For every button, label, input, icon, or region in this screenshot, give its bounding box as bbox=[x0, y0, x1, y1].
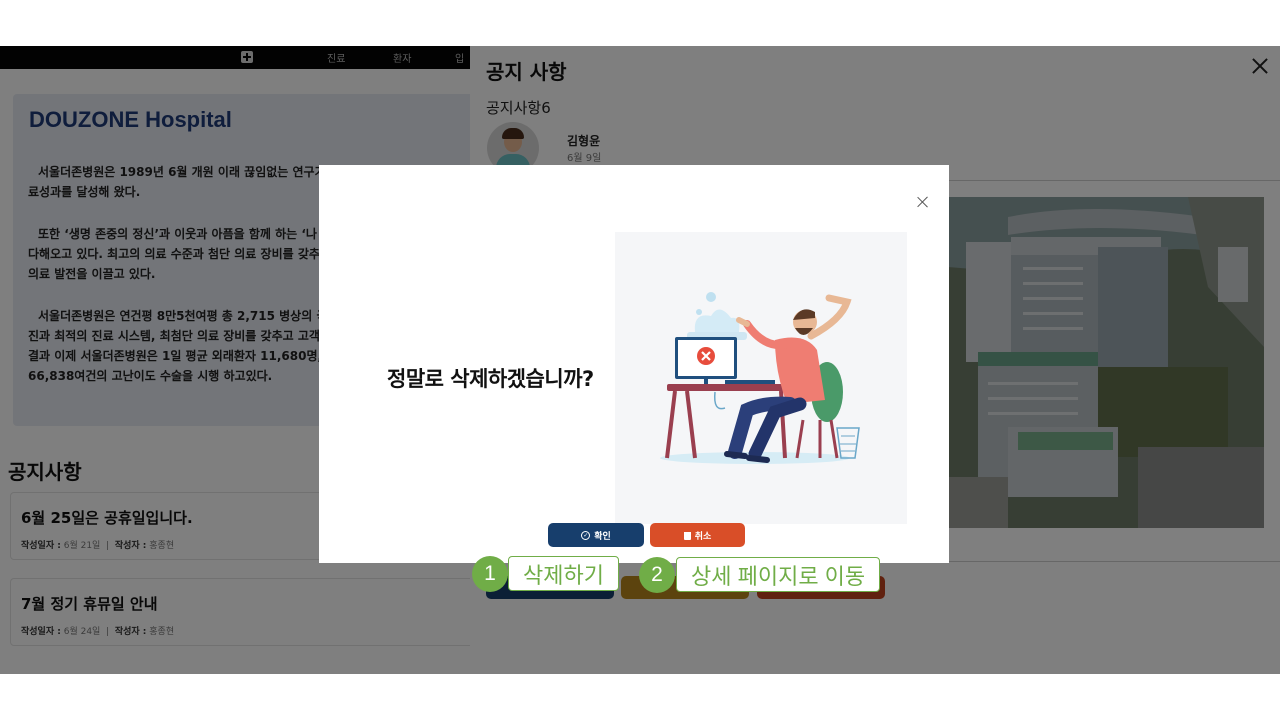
cancel-button-label: 취소 bbox=[694, 531, 712, 542]
callout-number-badge: 2 bbox=[639, 557, 675, 593]
cancel-button[interactable]: 취소 bbox=[650, 523, 745, 547]
modal-close-icon[interactable] bbox=[917, 196, 929, 208]
confirm-button[interactable]: ✓ 확인 bbox=[548, 523, 644, 547]
callout-label-delete: 삭제하기 bbox=[508, 556, 619, 591]
confirm-button-label: 확인 bbox=[594, 531, 611, 542]
confirm-question: 정말로 삭제하겠습니까? bbox=[387, 367, 594, 391]
callout-number-badge: 1 bbox=[472, 556, 508, 592]
callout-label-detail: 상세 페이지로 이동 bbox=[676, 557, 881, 592]
frustrated-user-illustration bbox=[615, 232, 907, 524]
trash-icon bbox=[683, 532, 691, 540]
screenshot-stage: 진료 환자 입 DOUZONE Hospital 서울더존병원은 1989년 6… bbox=[0, 46, 1280, 674]
check-circle-icon: ✓ bbox=[581, 530, 591, 540]
delete-confirm-modal: 정말로 삭제하겠습니까? ✓ 확인 취소 bbox=[319, 165, 949, 563]
